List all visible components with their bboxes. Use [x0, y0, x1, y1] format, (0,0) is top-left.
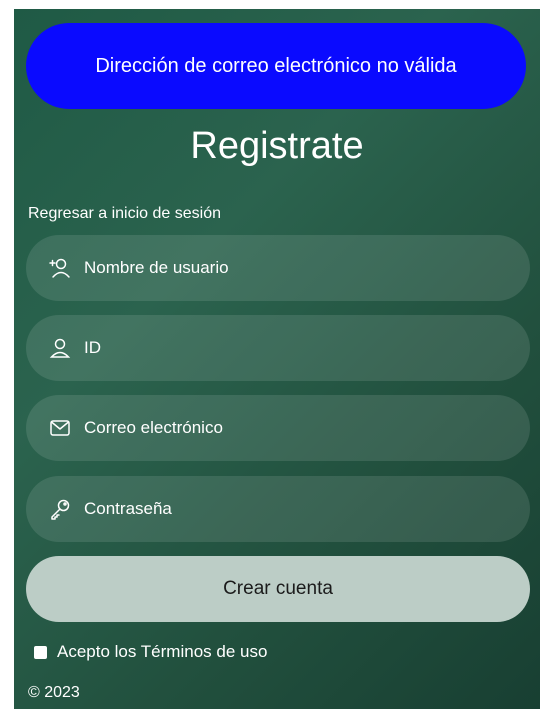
page-title: Registrate	[190, 125, 364, 167]
add-user-icon	[48, 256, 72, 280]
copyright-text: © 2023	[28, 684, 80, 701]
email-placeholder: Correo electrónico	[84, 418, 223, 437]
register-panel: Dirección de correo electrónico no válid…	[14, 9, 540, 709]
email-field[interactable]: Correo electrónico	[26, 395, 530, 461]
username-field[interactable]: Nombre de usuario	[26, 235, 530, 301]
password-placeholder: Contraseña	[84, 499, 172, 518]
back-to-login-link[interactable]: Regresar a inicio de sesión	[28, 205, 221, 223]
create-account-button[interactable]: Crear cuenta	[26, 556, 530, 622]
mail-icon	[48, 416, 72, 440]
id-field[interactable]: ID	[26, 315, 530, 381]
username-placeholder: Nombre de usuario	[84, 258, 229, 277]
error-alert: Dirección de correo electrónico no válid…	[26, 23, 526, 109]
error-alert-message: Dirección de correo electrónico no válid…	[95, 54, 457, 77]
user-icon	[48, 336, 72, 360]
password-field[interactable]: Contraseña	[26, 476, 530, 542]
id-placeholder: ID	[84, 338, 101, 357]
terms-label[interactable]: Acepto los Términos de uso	[57, 642, 267, 662]
key-icon	[48, 497, 72, 521]
terms-checkbox[interactable]	[34, 645, 47, 659]
terms-row: Acepto los Términos de uso	[34, 642, 267, 662]
